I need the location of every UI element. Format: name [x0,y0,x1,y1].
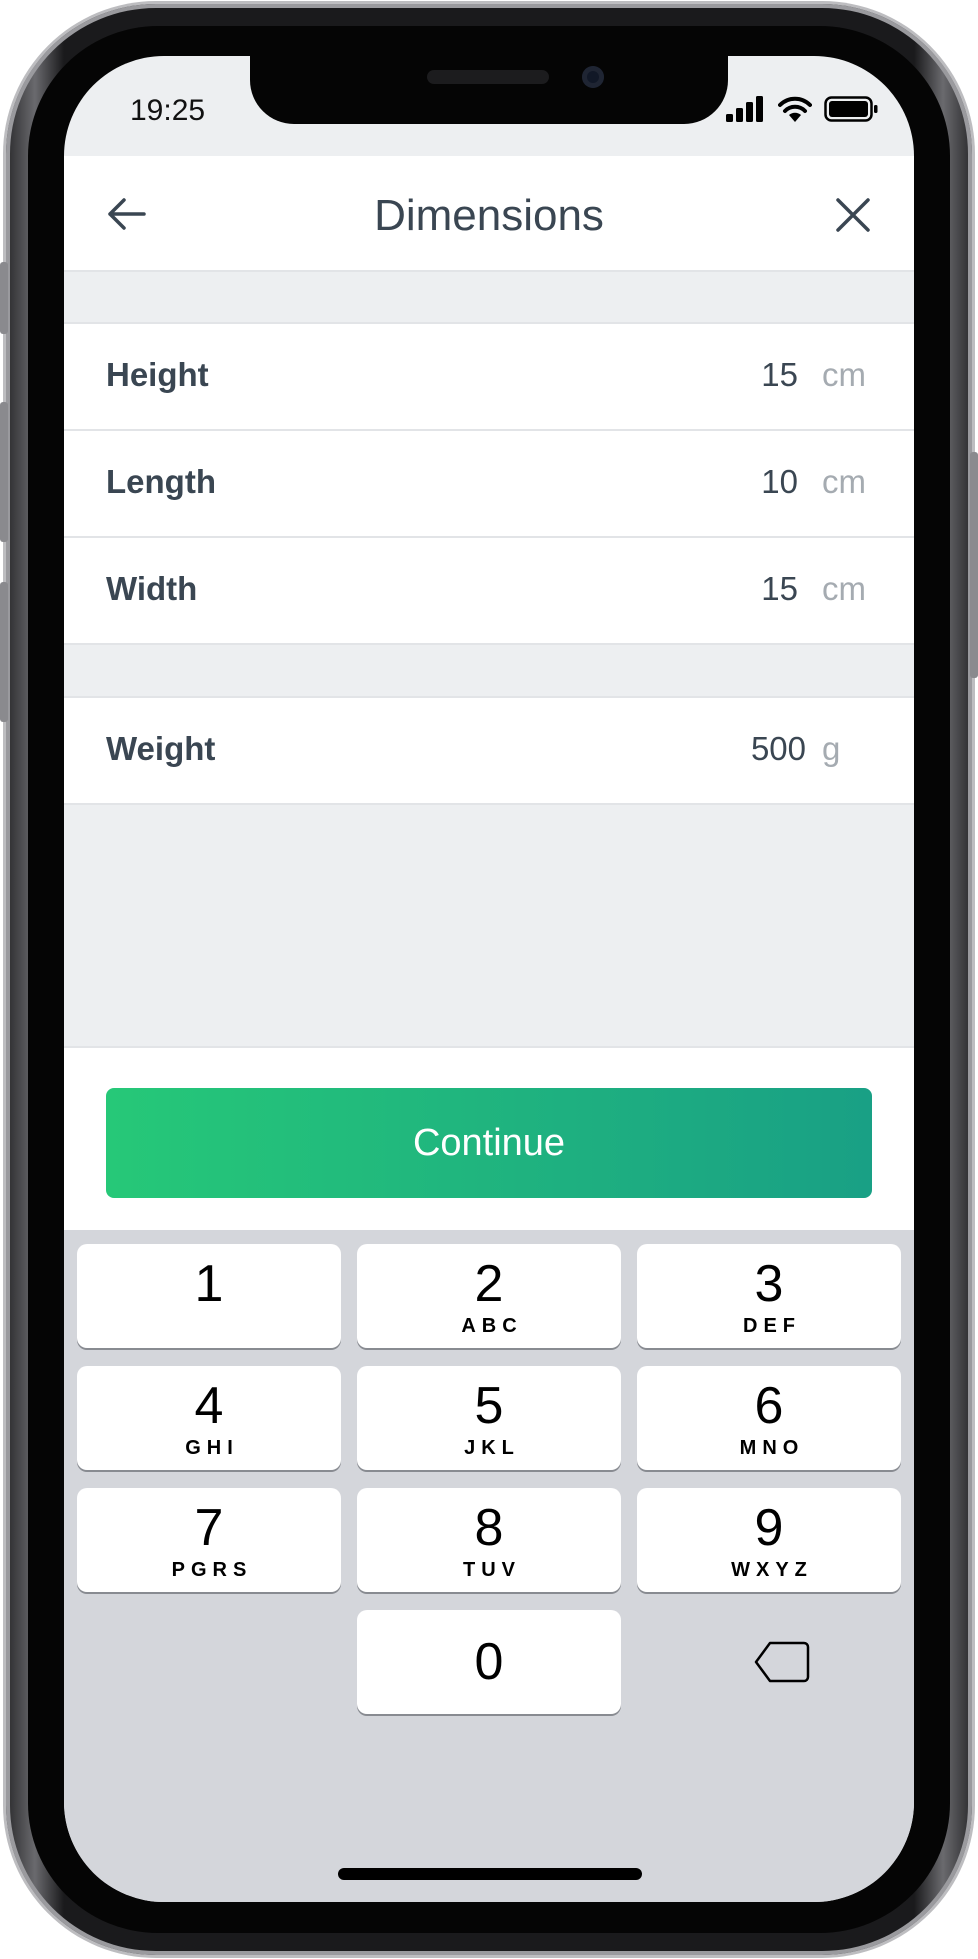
height-label: Height [106,356,209,393]
wifi-icon [778,96,812,122]
height-row[interactable]: Height 15 cm [64,324,914,431]
width-label: Width [106,570,198,607]
backspace-icon[interactable] [754,1640,810,1684]
key-2[interactable]: 2 ABC [357,1244,621,1348]
weight-value[interactable]: 500 [751,730,806,768]
key-1[interactable]: 1 [77,1244,341,1348]
key-3[interactable]: 3 DEF [637,1244,901,1348]
key-4[interactable]: 4 GHI [77,1366,341,1470]
status-time: 19:25 [130,94,206,127]
battery-icon [824,96,878,122]
key-letters: GHI [185,1437,239,1459]
cellular-signal-icon [726,96,763,122]
height-value[interactable]: 15 [761,356,798,394]
key-6[interactable]: 6 MNO [637,1366,901,1470]
power-button [970,452,978,678]
key-9[interactable]: 9 WXYZ [637,1488,901,1592]
key-letters: MNO [739,1437,805,1459]
volume-down-button [0,582,8,722]
action-area: Continue [64,1046,914,1232]
speaker [427,70,549,84]
key-digit: 6 [754,1377,784,1435]
key-7[interactable]: 7 PGRS [77,1488,341,1592]
length-row[interactable]: Length 10 cm [64,431,914,538]
key-digit: 5 [474,1377,504,1435]
key-letters: PGRS [171,1559,253,1581]
key-letters: TUV [463,1559,521,1581]
weight-label: Weight [106,730,216,767]
length-unit: cm [822,463,866,500]
side-button [0,262,8,334]
key-digit: 8 [474,1499,504,1557]
key-8[interactable]: 8 TUV [357,1488,621,1592]
screen: 19:25 Dimensions Height 15 cm Length 10 … [64,56,914,1902]
status-icons [726,96,878,122]
length-label: Length [106,463,216,500]
continue-button[interactable]: Continue [106,1088,872,1198]
key-letters: JKL [464,1437,520,1459]
width-row[interactable]: Width 15 cm [64,538,914,643]
key-digit: 9 [754,1499,784,1557]
key-digit: 0 [474,1633,504,1691]
key-letters: WXYZ [731,1559,813,1581]
weight-unit: g [822,730,841,767]
camera-icon [582,66,604,88]
home-indicator [338,1868,642,1880]
numeric-keypad: 1 2 ABC 3 DEF 4 GHI 5 JKL 6 MNO 7 PGRS 8 [64,1230,914,1902]
weight-group: Weight 500 g [64,696,914,805]
close-icon[interactable] [832,194,874,236]
width-unit: cm [822,570,866,607]
key-digit: 7 [194,1499,224,1557]
notch [250,56,728,124]
page-title: Dimensions [374,191,604,240]
key-digit: 3 [754,1255,784,1313]
weight-row[interactable]: Weight 500 g [64,698,914,803]
length-value[interactable]: 10 [761,463,798,501]
key-letters: ABC [461,1315,523,1337]
key-digit: 4 [194,1377,224,1435]
key-digit: 2 [474,1255,504,1313]
dimensions-group: Height 15 cm Length 10 cm Width 15 cm [64,322,914,645]
key-0[interactable]: 0 [357,1610,621,1714]
navigation-bar: Dimensions [64,156,914,272]
key-5[interactable]: 5 JKL [357,1366,621,1470]
key-letters: DEF [743,1315,801,1337]
height-unit: cm [822,356,866,393]
width-value[interactable]: 15 [761,570,798,608]
key-digit: 1 [194,1255,224,1313]
volume-up-button [0,402,8,542]
